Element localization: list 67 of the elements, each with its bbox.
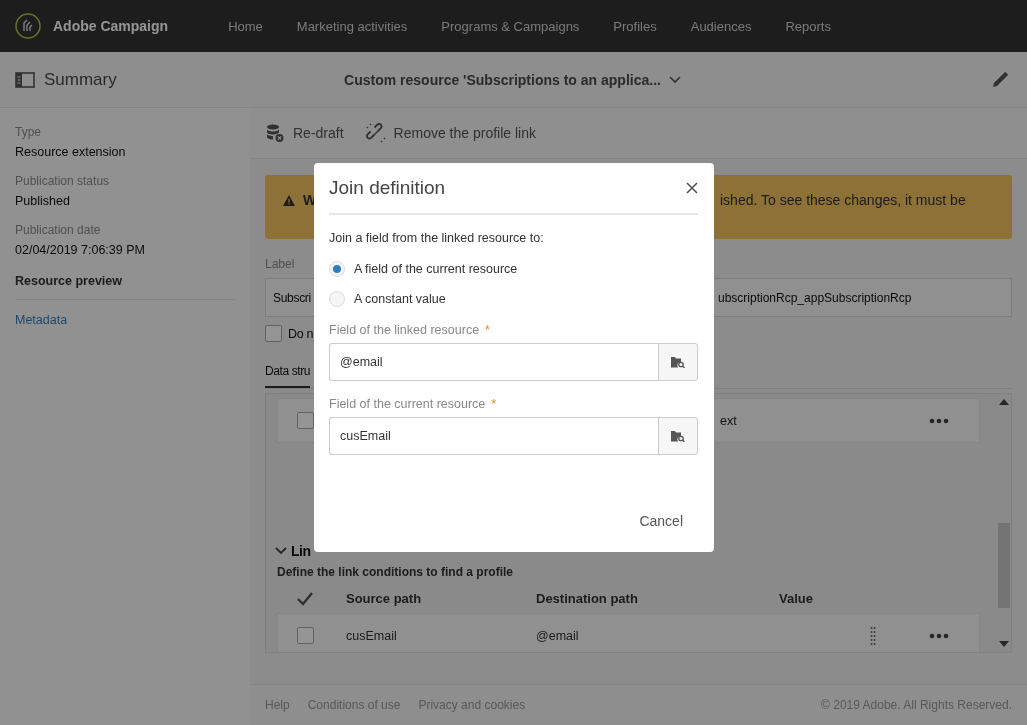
- checkbox[interactable]: [297, 412, 314, 429]
- scroll-up-icon[interactable]: [998, 399, 1009, 405]
- input-field[interactable]: cusEmail: [329, 417, 658, 455]
- field-label: Type: [15, 125, 42, 139]
- field-label: Label: [265, 257, 295, 271]
- nav-link[interactable]: Reports: [785, 18, 831, 34]
- folder-search-icon: [671, 430, 685, 442]
- radio-label: A constant value: [354, 292, 446, 306]
- dialog-prompt: Join a field from the linked resource to:: [329, 231, 544, 245]
- close-icon[interactable]: [686, 182, 698, 194]
- table-cell: cusEmail: [346, 628, 397, 643]
- database-icon: [265, 123, 285, 143]
- warning-text: ished. To see these changes, it must be: [720, 192, 966, 208]
- folder-search-icon: [671, 356, 685, 368]
- tab[interactable]: Data stru: [265, 364, 311, 388]
- drag-handle-icon[interactable]: [870, 625, 876, 646]
- radio-button[interactable]: [329, 291, 345, 307]
- checkbox[interactable]: [297, 627, 314, 644]
- more-icon[interactable]: [929, 632, 949, 639]
- nav-link[interactable]: Home: [228, 18, 263, 34]
- sidebar-item[interactable]: Resource preview: [15, 272, 235, 300]
- field-label: Publication date: [15, 223, 102, 237]
- more-icon[interactable]: [929, 417, 949, 424]
- section-description: Define the link conditions to find a profile: [277, 565, 513, 579]
- browse-button[interactable]: [658, 417, 698, 455]
- input-field[interactable]: @email: [329, 343, 658, 381]
- column-header: Destination path: [536, 591, 638, 606]
- toolbar-button[interactable]: Remove the profile link: [365, 123, 536, 143]
- nav-link[interactable]: Marketing activities: [296, 18, 408, 34]
- chevron-down-icon[interactable]: [275, 545, 287, 557]
- field-label: Field of the current resource: [329, 397, 486, 411]
- resource-title-dropdown[interactable]: Custom resource 'Subscriptions to an applica...: [344, 71, 681, 88]
- metadata-link[interactable]: Metadata: [15, 313, 68, 327]
- chevron-down-icon: [668, 75, 681, 84]
- radio-label: A field of the current resource: [354, 262, 518, 276]
- browse-button[interactable]: [658, 343, 698, 381]
- dialog-title: Join definition: [329, 177, 446, 199]
- field-value: Published: [15, 194, 71, 208]
- checkbox[interactable]: [265, 325, 282, 342]
- field-label: Publication status: [15, 174, 111, 188]
- pencil-icon[interactable]: [990, 69, 1010, 90]
- panel-icon[interactable]: [15, 71, 35, 88]
- radio-button[interactable]: [329, 261, 345, 277]
- nav-link[interactable]: Profiles: [613, 18, 657, 34]
- checkbox-label: Do n: [288, 326, 314, 341]
- table-row[interactable]: cusEmail @email: [277, 613, 980, 652]
- warning-icon: [283, 195, 295, 206]
- cancel-button[interactable]: Cancel: [624, 507, 698, 535]
- toolbar-button[interactable]: Re-draft: [265, 123, 344, 143]
- field-value: Resource extension: [15, 145, 127, 159]
- required-mark: *: [485, 323, 490, 337]
- field-value: 02/04/2019 7:06:39 PM: [15, 243, 146, 257]
- table-cell: ext: [720, 413, 737, 428]
- summary-title: Summary: [44, 69, 117, 90]
- app-logo-icon[interactable]: [15, 13, 41, 39]
- table-cell: @email: [536, 628, 579, 643]
- column-header: Value: [779, 591, 813, 606]
- broken-link-icon: [365, 123, 386, 143]
- column-header: Source path: [346, 591, 422, 606]
- nav-link[interactable]: Audiences: [690, 18, 752, 34]
- scroll-down-icon[interactable]: [998, 641, 1009, 647]
- app-name[interactable]: Adobe Campaign: [53, 18, 169, 34]
- nav-link[interactable]: Programs & Campaigns: [441, 18, 580, 34]
- section-title: Lin: [291, 543, 311, 559]
- required-mark: *: [491, 397, 497, 411]
- checkmark-icon[interactable]: [297, 591, 313, 606]
- field-label: Field of the linked resource: [329, 323, 480, 337]
